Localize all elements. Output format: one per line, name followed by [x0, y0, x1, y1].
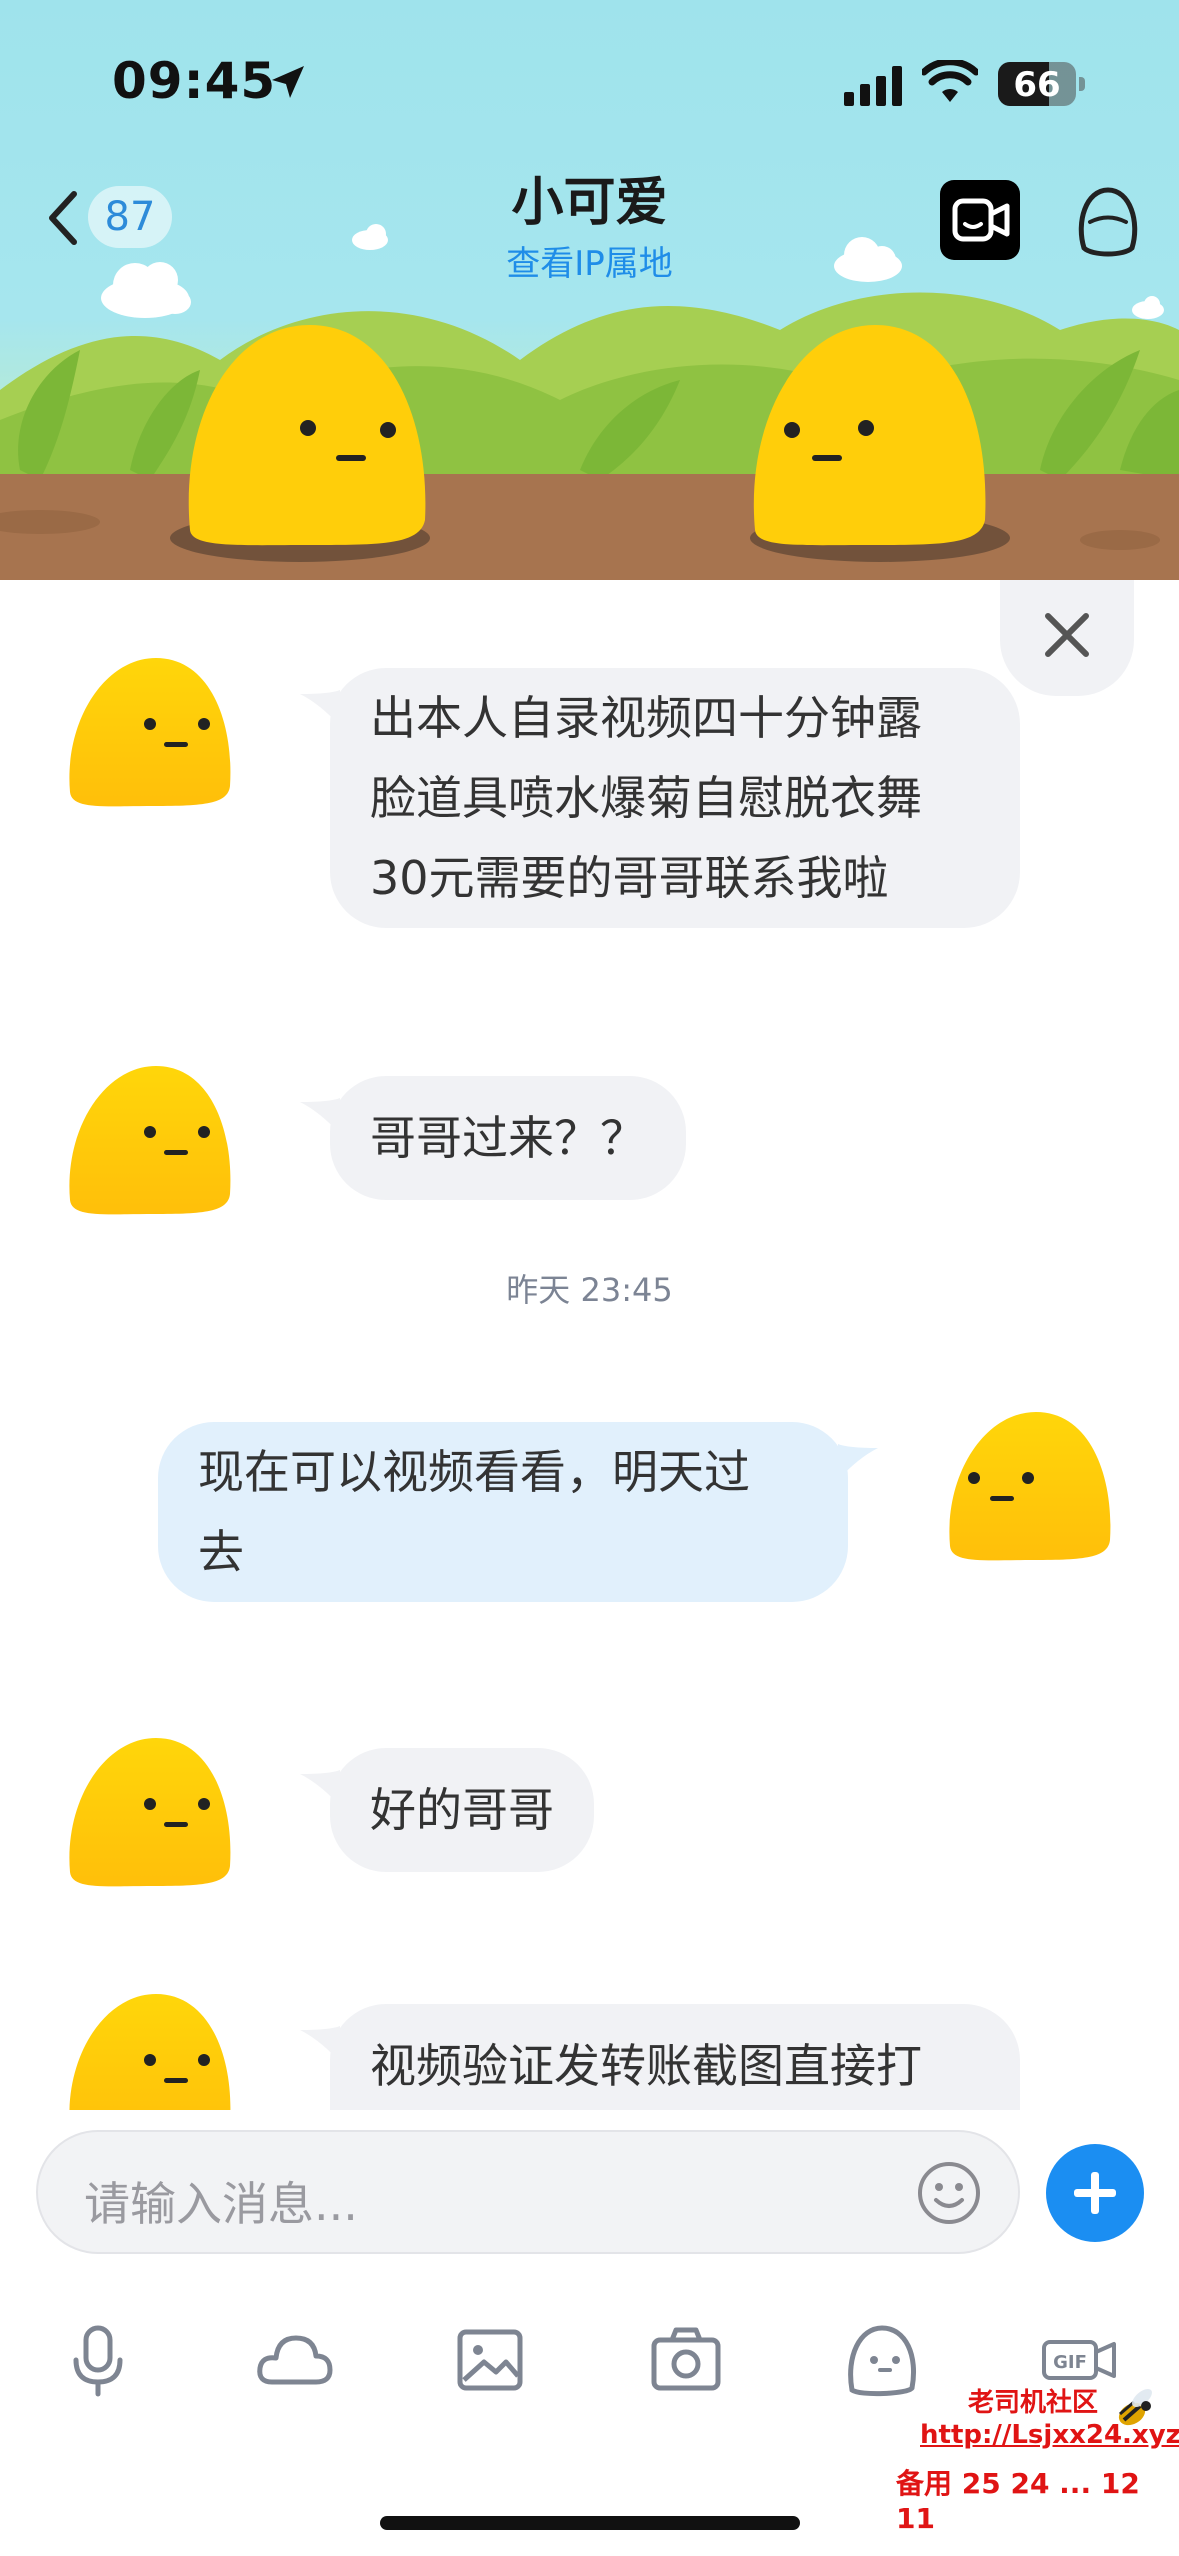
close-banner-button[interactable] — [1000, 580, 1134, 696]
image-icon[interactable] — [450, 2320, 530, 2400]
bee-icon — [1118, 2389, 1152, 2426]
chat-message-list[interactable]: 出本人自录视频四十分钟露 脸道具喷水爆菊自慰脱衣舞 30元需要的哥哥联系我啦 哥… — [0, 580, 1179, 2110]
profile-icon[interactable] — [1072, 182, 1144, 262]
contact-avatar[interactable] — [64, 652, 234, 812]
cloud-icon[interactable] — [254, 2320, 334, 2400]
mic-icon[interactable] — [58, 2320, 138, 2400]
message-input-placeholder: 请输入消息... — [84, 2177, 358, 2231]
message-bubble-outgoing[interactable]: 现在可以视频看看，明天过 去 — [158, 1422, 848, 1602]
home-indicator — [380, 2516, 800, 2530]
location-arrow-icon — [272, 66, 304, 98]
close-icon — [1045, 613, 1089, 657]
contact-avatar[interactable] — [64, 1988, 234, 2110]
battery-indicator: 66 — [998, 62, 1076, 106]
message-bubble-incoming[interactable]: 好的哥哥 — [330, 1748, 594, 1872]
message-input[interactable]: 请输入消息... — [36, 2130, 1020, 2254]
signal-icon — [844, 66, 902, 106]
message-bubble-incoming[interactable]: 出本人自录视频四十分钟露 脸道具喷水爆菊自慰脱衣舞 30元需要的哥哥联系我啦 — [330, 668, 1020, 928]
battery-level-text: 66 — [1013, 65, 1061, 105]
watermark: 老司机社区 http://Lsjxx24.xyz 备用 25 24 ... 12… — [880, 2376, 1179, 2535]
message-timestamp: 昨天 23:45 — [506, 1271, 673, 1309]
video-camera-icon — [952, 198, 1010, 242]
watermark-backup: 备用 25 24 ... 12 11 — [896, 2467, 1140, 2535]
chat-header-banner: 09:45 66 87 小可爱 查看IP属地 — [0, 0, 1179, 580]
watermark-title: 老司机社区 — [968, 2388, 1099, 2418]
battery-cap — [1079, 77, 1085, 91]
bubble-tail — [300, 2026, 340, 2062]
more-actions-plus-button[interactable] — [1046, 2144, 1144, 2242]
wifi-icon — [922, 60, 978, 102]
contact-avatar[interactable] — [64, 1060, 234, 1220]
bubble-tail — [300, 1770, 340, 1806]
bubble-tail — [300, 1098, 340, 1134]
status-time: 09:45 — [112, 52, 277, 110]
svg-text:GIF: GIF — [1053, 2352, 1087, 2373]
camera-icon[interactable] — [646, 2320, 726, 2400]
message-bubble-incoming[interactable]: 哥哥过来？？ — [330, 1076, 686, 1200]
my-avatar[interactable] — [944, 1406, 1114, 1566]
bubble-tail — [300, 690, 340, 726]
contact-avatar[interactable] — [64, 1732, 234, 1892]
video-call-button[interactable] — [940, 180, 1020, 260]
bubble-tail — [838, 1444, 878, 1480]
message-bubble-incoming[interactable]: 视频验证发转账截图直接打 — [330, 2004, 1020, 2110]
emoji-icon[interactable] — [916, 2160, 982, 2226]
